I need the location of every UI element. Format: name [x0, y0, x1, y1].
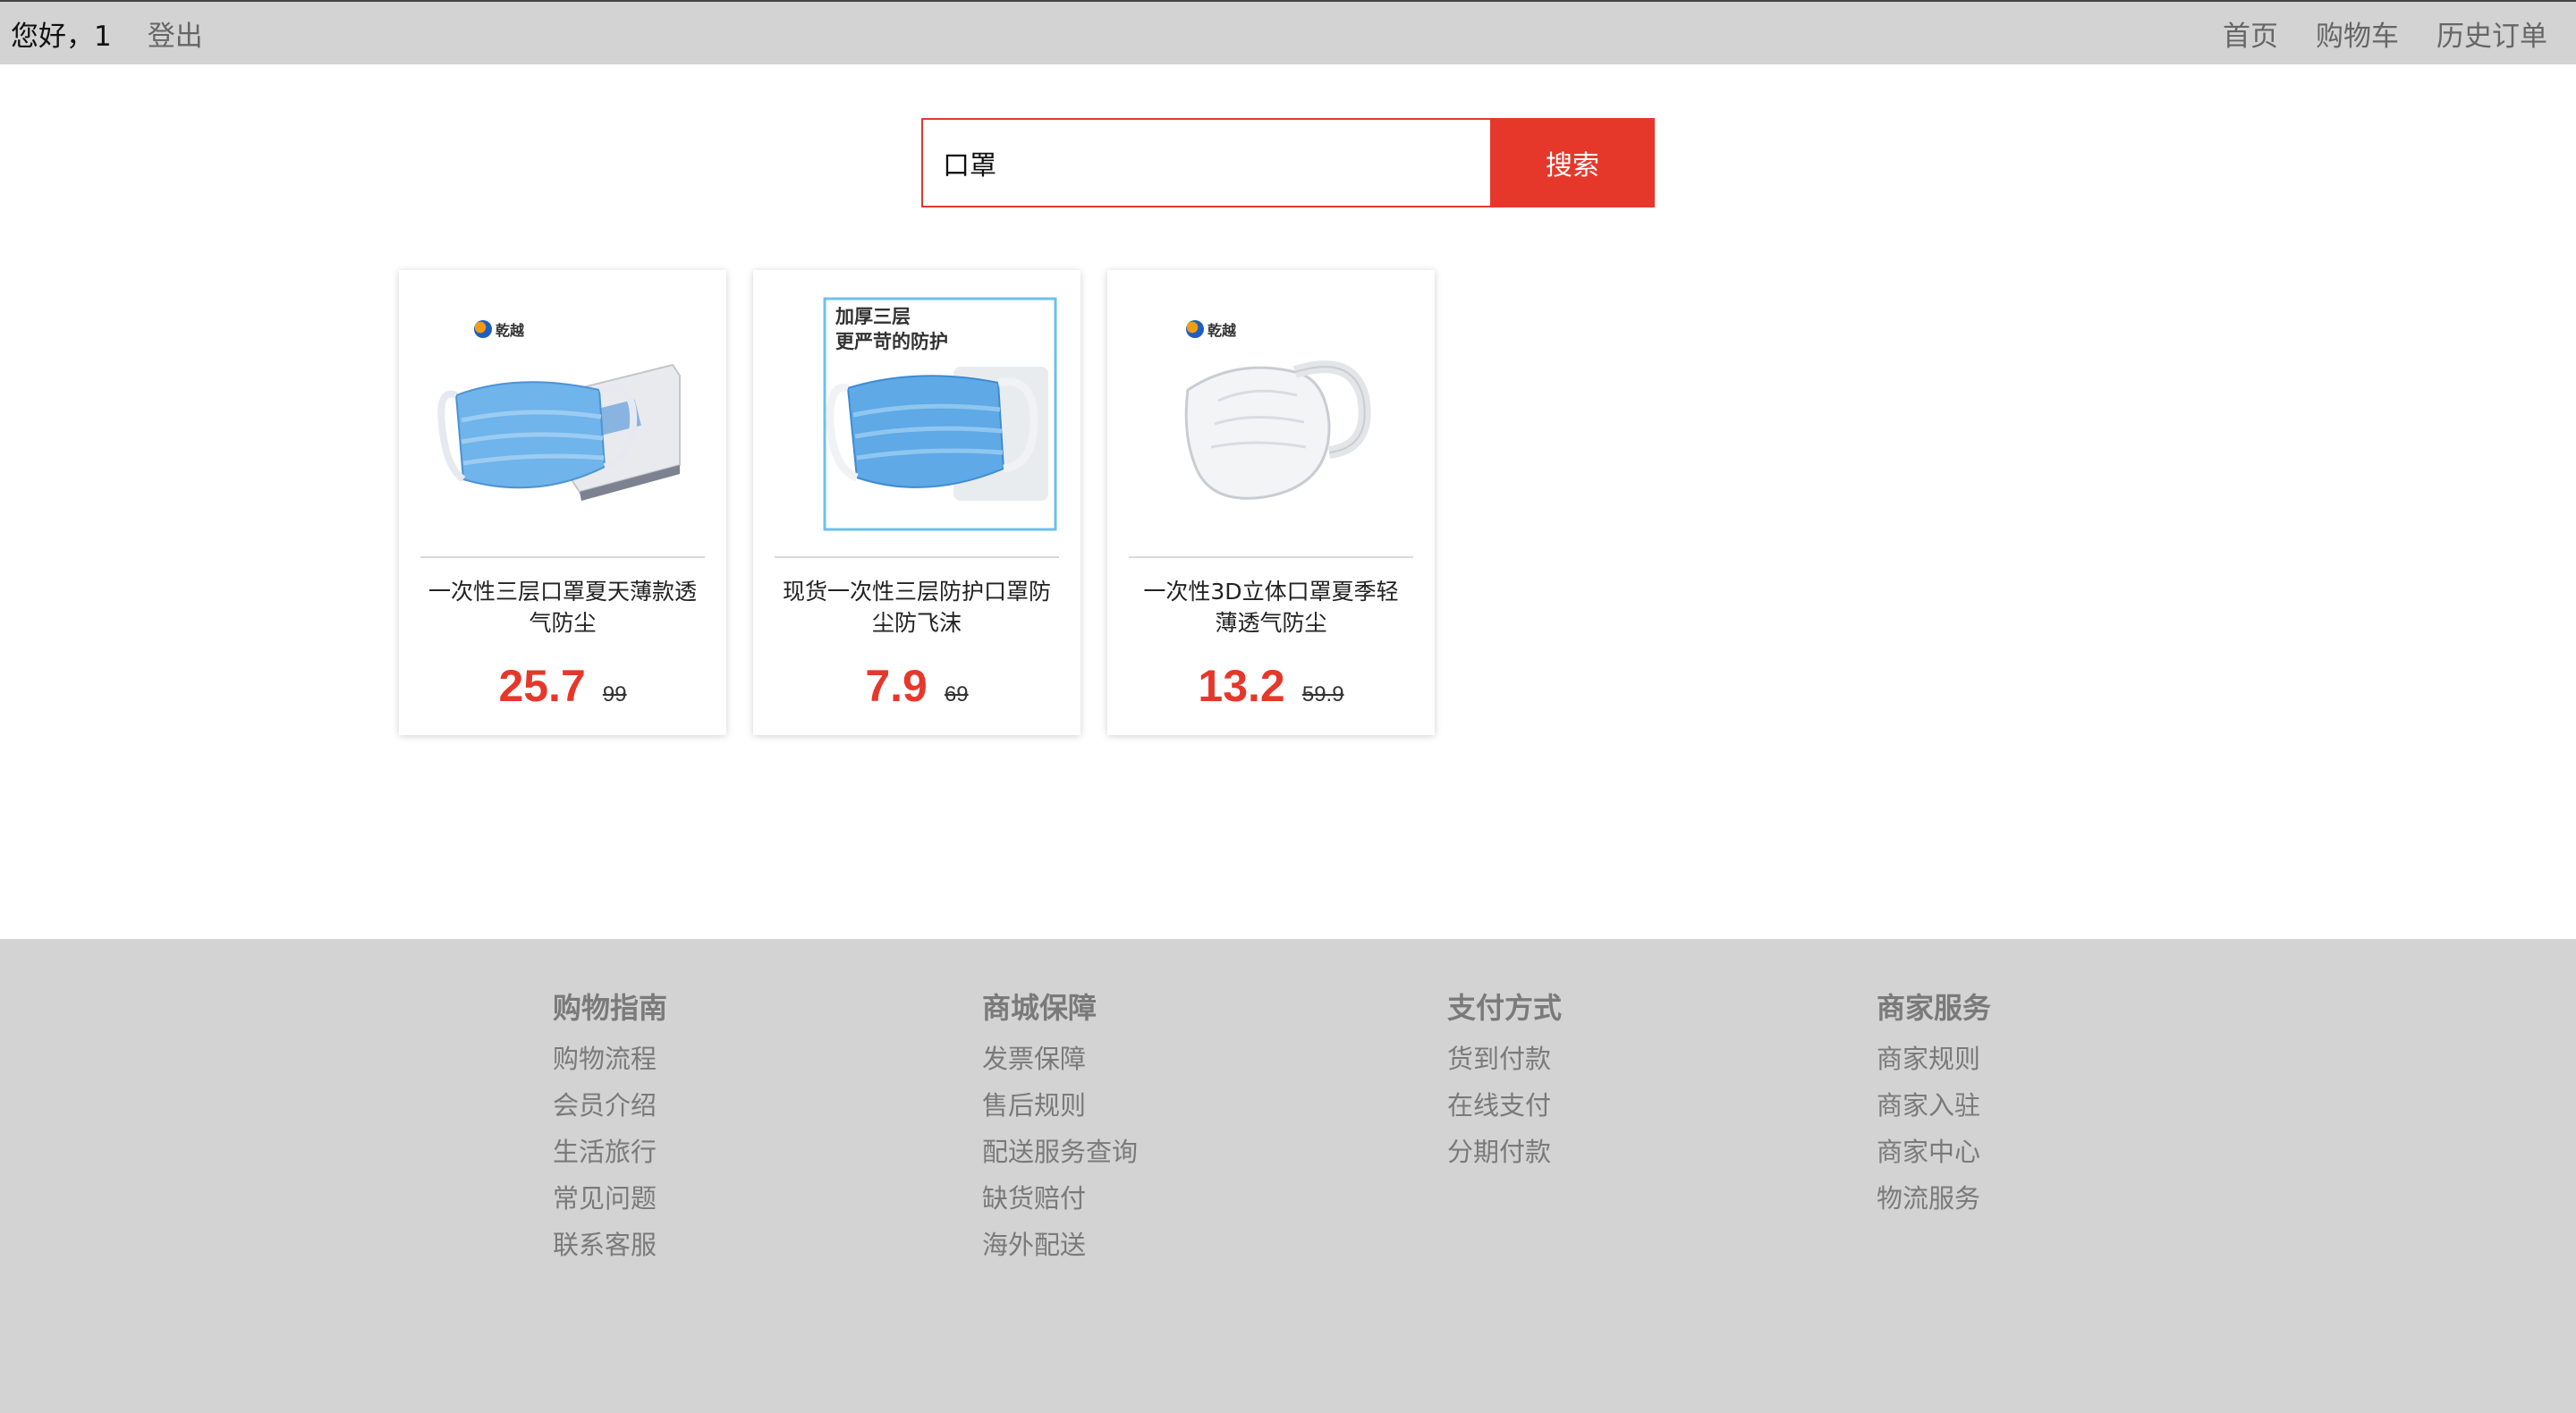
top-nav: 首页 购物车 历史订单	[2223, 2, 2547, 64]
card-divider	[420, 556, 705, 558]
blue-mask-box-icon	[437, 363, 681, 501]
footer-link[interactable]: 会员介绍	[553, 1082, 667, 1129]
product-card[interactable]: 乾越 一次性三层口罩夏天薄款透气防尘 25.7 99	[399, 270, 726, 735]
nav-home-link[interactable]: 首页	[2223, 13, 2278, 54]
product-original-price: 99	[602, 682, 627, 706]
product-original-price: 69	[944, 682, 969, 706]
footer-link[interactable]: 缺货赔付	[982, 1175, 1138, 1222]
product-grid: 乾越 一次性三层口罩夏天薄款透气防尘 25.7 99 加厚三层 更严苛的防护 现…	[399, 270, 1435, 735]
product-image[interactable]: 乾越	[1129, 290, 1413, 549]
product-price: 7.9	[865, 661, 928, 711]
product-card[interactable]: 乾越 一次性3D立体口罩夏季轻薄透气防尘 13.2 59.9	[1107, 270, 1435, 735]
price-row: 7.9 69	[753, 660, 1080, 712]
white-3d-mask-icon	[1184, 360, 1371, 500]
footer-link[interactable]: 货到付款	[1447, 1036, 1562, 1082]
product-image[interactable]: 加厚三层 更严苛的防护	[775, 290, 1059, 549]
footer-link[interactable]: 售后规则	[982, 1082, 1138, 1129]
card-divider	[775, 556, 1059, 558]
product-title[interactable]: 现货一次性三层防护口罩防尘防飞沫	[780, 576, 1054, 639]
search-bar: 搜索	[921, 118, 1655, 207]
footer-column-title: 商家服务	[1877, 991, 1992, 1025]
footer-link[interactable]: 在线支付	[1447, 1082, 1562, 1129]
footer-column-merchant: 商家服务 商家规则 商家入驻 商家中心 物流服务	[1877, 989, 1991, 1222]
footer-link[interactable]: 商家规则	[1877, 1036, 1991, 1082]
footer-column-title: 商城保障	[982, 991, 1097, 1025]
footer-column-payment: 支付方式 货到付款 在线支付 分期付款	[1447, 989, 1562, 1175]
search-input[interactable]	[921, 118, 1490, 207]
footer-link[interactable]: 分期付款	[1447, 1129, 1562, 1175]
footer-link[interactable]: 商家中心	[1877, 1129, 1991, 1175]
footer-column-shopping-guide: 购物指南 购物流程 会员介绍 生活旅行 常见问题 联系客服	[553, 989, 667, 1268]
footer-link[interactable]: 联系客服	[553, 1222, 667, 1268]
product-image[interactable]: 乾越	[420, 290, 705, 549]
brand-logo: 乾越	[1186, 318, 1236, 340]
footer-link[interactable]: 海外配送	[982, 1222, 1138, 1268]
footer-link[interactable]: 配送服务查询	[982, 1129, 1138, 1175]
footer-column-mall-guarantee: 商城保障 发票保障 售后规则 配送服务查询 缺货赔付 海外配送	[982, 989, 1138, 1268]
user-greeting: 您好，1	[11, 20, 112, 53]
promo-subtitle: 更严苛的防护	[835, 331, 948, 352]
product-original-price: 59.9	[1301, 682, 1344, 706]
search-button[interactable]: 搜索	[1490, 118, 1655, 207]
product-price: 25.7	[498, 661, 586, 711]
product-title[interactable]: 一次性3D立体口罩夏季轻薄透气防尘	[1134, 576, 1408, 639]
product-card[interactable]: 加厚三层 更严苛的防护 现货一次性三层防护口罩防尘防飞沫 7.9 69	[753, 270, 1080, 735]
footer-link[interactable]: 发票保障	[982, 1036, 1138, 1082]
price-row: 25.7 99	[399, 660, 726, 712]
brand-logo-icon	[474, 320, 492, 338]
brand-logo: 乾越	[474, 318, 524, 340]
nav-cart-link[interactable]: 购物车	[2316, 13, 2399, 54]
footer-column-title: 支付方式	[1447, 991, 1563, 1025]
footer-link[interactable]: 生活旅行	[553, 1129, 667, 1175]
footer-link[interactable]: 购物流程	[553, 1036, 667, 1082]
price-row: 13.2 59.9	[1107, 660, 1435, 712]
footer-link[interactable]: 常见问题	[553, 1175, 667, 1222]
promo-title: 加厚三层	[835, 306, 911, 327]
top-bar: 您好，1 登出 首页 购物车 历史订单	[0, 0, 2576, 64]
nav-orders-link[interactable]: 历史订单	[2436, 13, 2547, 54]
user-area: 您好，1 登出	[11, 2, 203, 64]
footer-link[interactable]: 商家入驻	[1877, 1082, 1991, 1129]
footer: 购物指南 购物流程 会员介绍 生活旅行 常见问题 联系客服 商城保障 发票保障 …	[0, 939, 2576, 1413]
product-price: 13.2	[1198, 661, 1285, 711]
brand-logo-icon	[1186, 320, 1204, 338]
footer-link[interactable]: 物流服务	[1877, 1175, 1991, 1222]
card-divider	[1129, 556, 1413, 558]
footer-column-title: 购物指南	[553, 991, 668, 1025]
product-title[interactable]: 一次性三层口罩夏天薄款透气防尘	[426, 576, 699, 639]
logout-link[interactable]: 登出	[148, 13, 203, 54]
